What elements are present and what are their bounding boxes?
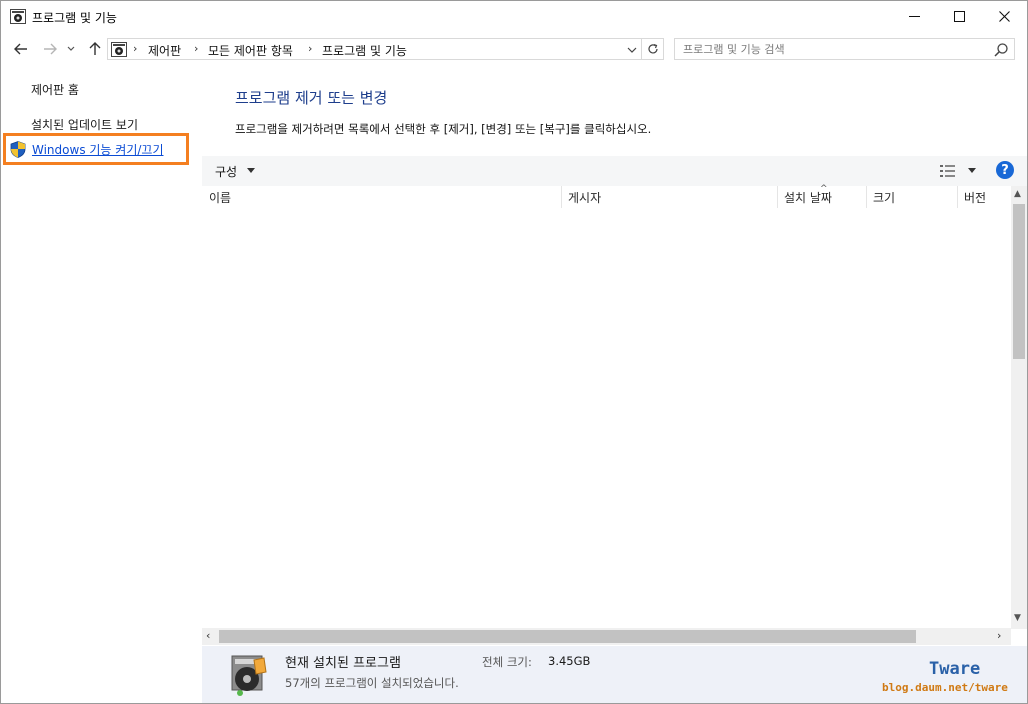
control-panel-home-link[interactable]: 제어판 홈 [31, 81, 79, 98]
installed-programs-icon [231, 655, 267, 696]
column-publisher[interactable]: 게시자 [568, 189, 601, 206]
recent-locations-button[interactable] [64, 39, 78, 59]
refresh-icon [647, 43, 658, 54]
breadcrumb-all-items[interactable]: 모든 제어판 항목 [208, 42, 293, 59]
chevron-down-icon[interactable] [625, 43, 639, 57]
search-box[interactable] [674, 38, 1015, 60]
program-count: 57개의 프로그램이 설치되었습니다. [285, 676, 459, 690]
control-panel-icon [10, 9, 26, 24]
window-title: 프로그램 및 기능 [32, 11, 117, 25]
address-row: › 제어판 › 모든 제어판 항목 › 프로그램 및 기능 [1, 35, 1027, 63]
chevron-down-icon [67, 46, 75, 51]
forward-button[interactable] [40, 39, 60, 59]
up-arrow-icon [89, 42, 101, 55]
left-pane: 제어판 홈 설치된 업데이트 보기 Windows 기능 켜기/끄기 [1, 65, 201, 703]
horizontal-scrollbar[interactable]: ‹ › [202, 628, 1011, 645]
total-size-label: 전체 크기: [482, 655, 532, 669]
details-title: 현재 설치된 프로그램 [285, 656, 401, 671]
window: 프로그램 및 기능 › 제어판 › 모든 제어판 항목 › 프로그램 및 기능 … [0, 0, 1028, 704]
column-version[interactable]: 버전 [964, 189, 986, 206]
view-options-caret-icon[interactable] [968, 168, 976, 173]
close-button[interactable] [981, 1, 1027, 31]
windows-features-link[interactable]: Windows 기능 켜기/끄기 [32, 141, 163, 158]
forward-arrow-icon [44, 43, 57, 55]
scroll-up-icon[interactable]: ▲ [1014, 189, 1021, 199]
minimize-button[interactable] [891, 1, 937, 31]
horizontal-scroll-thumb[interactable] [219, 630, 916, 643]
breadcrumb-control-panel[interactable]: 제어판 [148, 42, 181, 59]
caret-down-icon[interactable] [247, 168, 255, 173]
back-button[interactable] [11, 39, 31, 59]
details-pane: 현재 설치된 프로그램 57개의 프로그램이 설치되었습니다. 전체 크기: 3… [202, 646, 1027, 703]
view-installed-updates-link[interactable]: 설치된 업데이트 보기 [31, 116, 138, 133]
page-title: 프로그램 제거 또는 변경 [235, 89, 388, 107]
vertical-scroll-thumb[interactable] [1013, 204, 1025, 359]
column-size[interactable]: 크기 [873, 189, 895, 206]
view-details-icon[interactable] [939, 163, 957, 179]
back-arrow-icon [14, 43, 27, 55]
uac-shield-icon [10, 141, 26, 158]
title-bar: 프로그램 및 기능 [1, 1, 1027, 33]
vertical-scrollbar[interactable]: ▲ ▼ [1011, 186, 1027, 629]
watermark-name: Tware [929, 659, 981, 679]
breadcrumb-separator-icon: › [194, 42, 199, 55]
column-install-date[interactable]: 설치 날짜 [784, 189, 832, 206]
control-panel-icon [111, 42, 127, 57]
breadcrumb-separator-icon: › [133, 42, 138, 55]
total-size-value: 3.45GB [548, 654, 591, 668]
main-pane: 프로그램 제거 또는 변경 프로그램을 제거하려면 목록에서 선택한 후 [제거… [202, 65, 1027, 703]
breadcrumb-programs-features[interactable]: 프로그램 및 기능 [322, 42, 407, 59]
column-header-row: 이름 게시자 ^ 설치 날짜 크기 버전 [202, 184, 1012, 208]
scroll-down-icon[interactable]: ▼ [1014, 613, 1021, 623]
scroll-left-icon[interactable]: ‹ [206, 629, 210, 642]
breadcrumb-separator-icon: › [308, 42, 313, 55]
windows-features-highlight: Windows 기능 켜기/끄기 [3, 133, 189, 165]
search-input[interactable] [683, 41, 983, 57]
column-name[interactable]: 이름 [209, 189, 231, 206]
refresh-button[interactable] [642, 38, 664, 60]
column-divider[interactable] [957, 186, 958, 208]
maximize-icon [953, 10, 965, 22]
close-icon [998, 10, 1010, 22]
command-toolbar: 구성 ? [202, 156, 1027, 186]
minimize-icon [908, 15, 920, 17]
maximize-button[interactable] [936, 1, 982, 31]
address-bar[interactable]: › 제어판 › 모든 제어판 항목 › 프로그램 및 기능 [107, 38, 642, 60]
up-button[interactable] [85, 39, 105, 59]
column-divider[interactable] [561, 186, 562, 208]
help-icon[interactable]: ? [996, 161, 1014, 179]
program-list[interactable] [202, 208, 1012, 628]
column-divider[interactable] [777, 186, 778, 208]
page-description: 프로그램을 제거하려면 목록에서 선택한 후 [제거], [변경] 또는 [복구… [235, 122, 652, 136]
watermark-url: blog.daum.net/tware [882, 681, 1008, 694]
organize-button[interactable]: 구성 [215, 163, 237, 180]
search-icon[interactable] [993, 42, 1009, 58]
scroll-right-icon[interactable]: › [997, 629, 1001, 642]
column-divider[interactable] [866, 186, 867, 208]
